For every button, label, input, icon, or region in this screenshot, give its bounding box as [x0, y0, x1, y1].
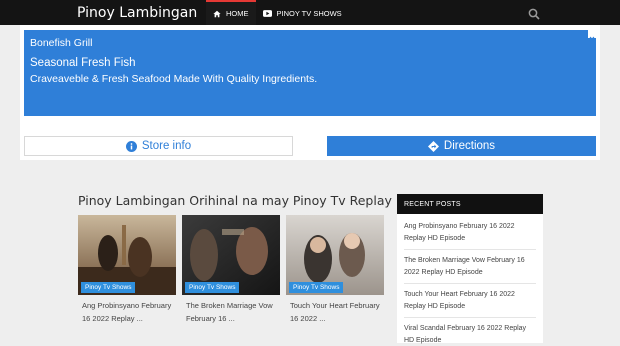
nav-pinoy-tv-shows[interactable]: PINOY TV SHOWS	[256, 0, 349, 25]
post-card[interactable]: Pinoy Tv Shows Touch Your Heart February…	[286, 215, 384, 343]
nav-home[interactable]: HOME	[206, 0, 256, 25]
directions-button[interactable]: Directions	[327, 136, 596, 156]
post-thumbnail[interactable]: Pinoy Tv Shows	[182, 215, 280, 295]
post-title[interactable]: Touch Your Heart February 16 2022 ...	[290, 300, 382, 325]
post-title[interactable]: The Broken Marriage Vow February 16 ...	[186, 300, 278, 325]
post-thumbnail[interactable]: Pinoy Tv Shows	[78, 215, 176, 295]
ad-container: Bonefish Grill Seasonal Fresh Fish Crave…	[20, 25, 600, 160]
recent-post-link[interactable]: Touch Your Heart February 16 2022 Replay…	[404, 289, 536, 312]
info-icon	[125, 140, 137, 152]
post-grid: Pinoy Tv Shows Ang Probinsyano February …	[78, 215, 388, 343]
ad-info-icon[interactable]	[588, 30, 596, 42]
site-title[interactable]: Pinoy Lambingan	[77, 5, 197, 21]
top-navbar: Pinoy Lambingan HOME PINOY TV SHOWS	[0, 0, 620, 25]
nav-pinoy-tv-shows-label: PINOY TV SHOWS	[276, 9, 342, 18]
recent-post-link[interactable]: The Broken Marriage Vow February 16 2022…	[404, 255, 536, 278]
nav-home-label: HOME	[226, 9, 249, 18]
ad-advertiser: Bonefish Grill	[30, 37, 93, 49]
youtube-icon	[262, 10, 272, 17]
directions-icon	[427, 140, 439, 152]
section-title: Pinoy Lambingan Orihinal na may Pinoy Tv…	[78, 193, 392, 208]
recent-posts-heading: RECENT POSTS	[397, 194, 543, 214]
recent-post-link[interactable]: Ang Probinsyano February 16 2022 Replay …	[404, 221, 536, 244]
store-info-label: Store info	[141, 140, 192, 152]
search-icon[interactable]	[528, 7, 540, 20]
ad-headline: Seasonal Fresh Fish	[30, 57, 136, 69]
post-title[interactable]: Ang Probinsyano February 16 2022 Replay …	[82, 300, 174, 325]
recent-posts-widget: RECENT POSTS Ang Probinsyano February 16…	[397, 194, 543, 344]
post-category-tag[interactable]: Pinoy Tv Shows	[289, 282, 344, 293]
ad-description: Craveaveble & Fresh Seafood Made With Qu…	[30, 73, 318, 85]
post-thumbnail[interactable]: Pinoy Tv Shows	[286, 215, 384, 295]
ad-banner[interactable]: Bonefish Grill Seasonal Fresh Fish Crave…	[24, 30, 596, 116]
divider	[404, 249, 536, 250]
divider	[404, 317, 536, 318]
main-nav: HOME PINOY TV SHOWS	[206, 0, 349, 25]
post-category-tag[interactable]: Pinoy Tv Shows	[81, 282, 136, 293]
store-info-button[interactable]: Store info	[24, 136, 293, 156]
home-icon	[213, 10, 221, 18]
post-card[interactable]: Pinoy Tv Shows The Broken Marriage Vow F…	[182, 215, 280, 343]
post-category-tag[interactable]: Pinoy Tv Shows	[185, 282, 240, 293]
post-card[interactable]: Pinoy Tv Shows Ang Probinsyano February …	[78, 215, 176, 343]
divider	[404, 283, 536, 284]
directions-label: Directions	[443, 140, 496, 152]
